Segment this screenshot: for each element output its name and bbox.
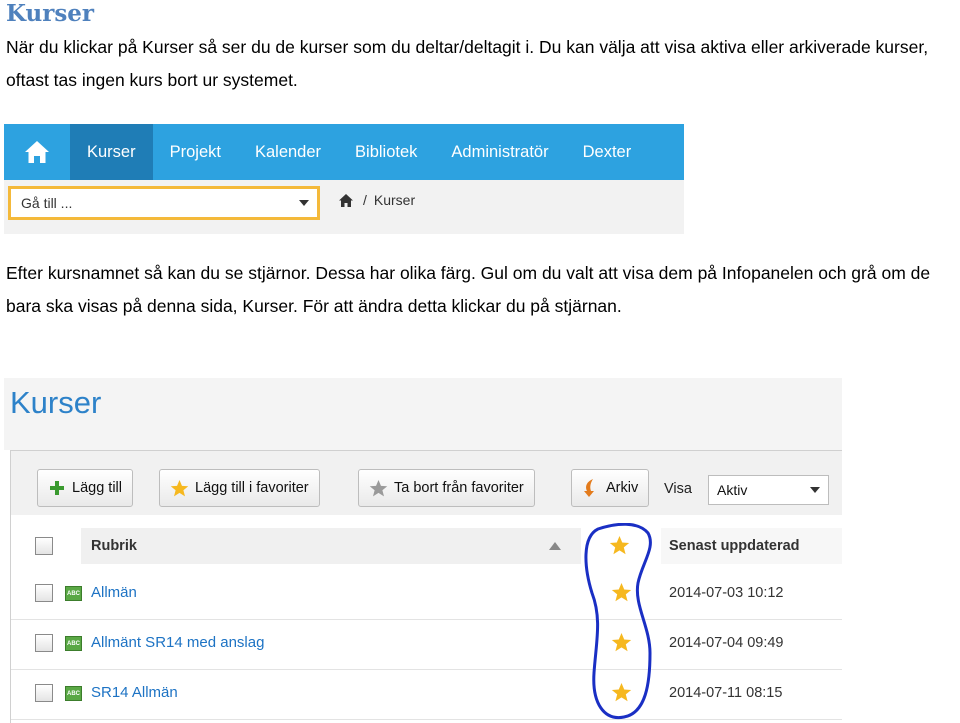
annotation-outline [584,523,652,720]
course-type-icon: ABC [65,586,82,601]
breadcrumb-separator: / [363,192,367,208]
stars-paragraph: Efter kursnamnet så kan du se stjärnor. … [6,263,931,316]
row-checkbox[interactable] [35,584,53,602]
nav-item-kurser[interactable]: Kurser [70,124,153,180]
page-title: Kurser [10,385,102,420]
row-checkbox[interactable] [35,634,53,652]
goto-dropdown[interactable]: Gå till ... [8,186,320,220]
nav-item-projekt[interactable]: Projekt [153,124,238,180]
plus-icon [50,481,64,495]
star-icon [170,479,189,496]
updated-date: 2014-07-11 08:15 [669,685,783,701]
show-select[interactable]: Aktiv [708,475,829,505]
updated-date: 2014-07-04 09:49 [669,635,784,651]
main-navbar: Kurser Projekt Kalender Bibliotek Admini… [4,124,684,180]
nav-item-administrator[interactable]: Administratör [434,124,565,180]
breadcrumb: / Kurser [338,192,415,208]
add-favorites-label: Lägg till i favoriter [195,480,309,496]
add-favorites-button[interactable]: Lägg till i favoriter [159,469,320,507]
breadcrumb-current: Kurser [373,192,416,208]
add-button-label: Lägg till [72,480,122,496]
column-header-title[interactable]: Rubrik [81,528,581,564]
toolbar: Lägg till Lägg till i favoriter Ta bort … [11,451,842,515]
list-header: Rubrik Senast uppdaterad [11,528,842,564]
select-all-checkbox[interactable] [35,537,53,555]
home-icon[interactable] [4,124,70,180]
show-select-value: Aktiv [717,482,748,498]
table-row: ABC Allmän 2014-07-03 10:12 [11,570,842,620]
updated-date: 2014-07-03 10:12 [669,585,784,601]
sort-ascending-icon[interactable] [549,542,561,550]
show-label: Visa [664,481,692,497]
course-type-icon: ABC [65,636,82,651]
navigation-screenshot: Kurser Projekt Kalender Bibliotek Admini… [4,124,684,234]
remove-favorites-label: Ta bort från favoriter [394,480,524,496]
course-list-header-area [4,378,842,450]
row-checkbox[interactable] [35,684,53,702]
course-link[interactable]: Allmän [91,584,137,601]
document-heading: Kurser [6,0,95,27]
table-row: ABC Allmänt SR14 med anslag 2014-07-04 0… [11,620,842,670]
chevron-down-icon [810,487,820,493]
course-list-panel: Lägg till Lägg till i favoriter Ta bort … [10,450,842,723]
column-header-updated[interactable]: Senast uppdaterad [661,528,842,564]
intro-paragraph: När du klickar på Kurser så ser du de ku… [6,37,929,90]
course-list-screenshot: Kurser Lägg till Lägg till i favoriter T… [4,378,842,723]
grey-star-icon [369,479,388,496]
course-link[interactable]: Allmänt SR14 med anslag [91,634,264,651]
course-link[interactable]: SR14 Allmän [91,684,178,701]
course-type-icon: ABC [65,686,82,701]
nav-item-bibliotek[interactable]: Bibliotek [338,124,434,180]
archive-button[interactable]: Arkiv [571,469,650,507]
nav-item-kalender[interactable]: Kalender [238,124,338,180]
nav-item-dexter[interactable]: Dexter [566,124,649,180]
goto-label: Gå till ... [21,195,73,211]
chevron-down-icon [299,200,309,206]
remove-favorites-button[interactable]: Ta bort från favoriter [358,469,535,507]
archive-arrow-icon [584,479,594,497]
table-row: ABC SR14 Allmän 2014-07-11 08:15 [11,670,842,720]
archive-label: Arkiv [606,480,639,496]
breadcrumb-home-icon[interactable] [338,193,354,208]
add-button[interactable]: Lägg till [37,469,133,507]
